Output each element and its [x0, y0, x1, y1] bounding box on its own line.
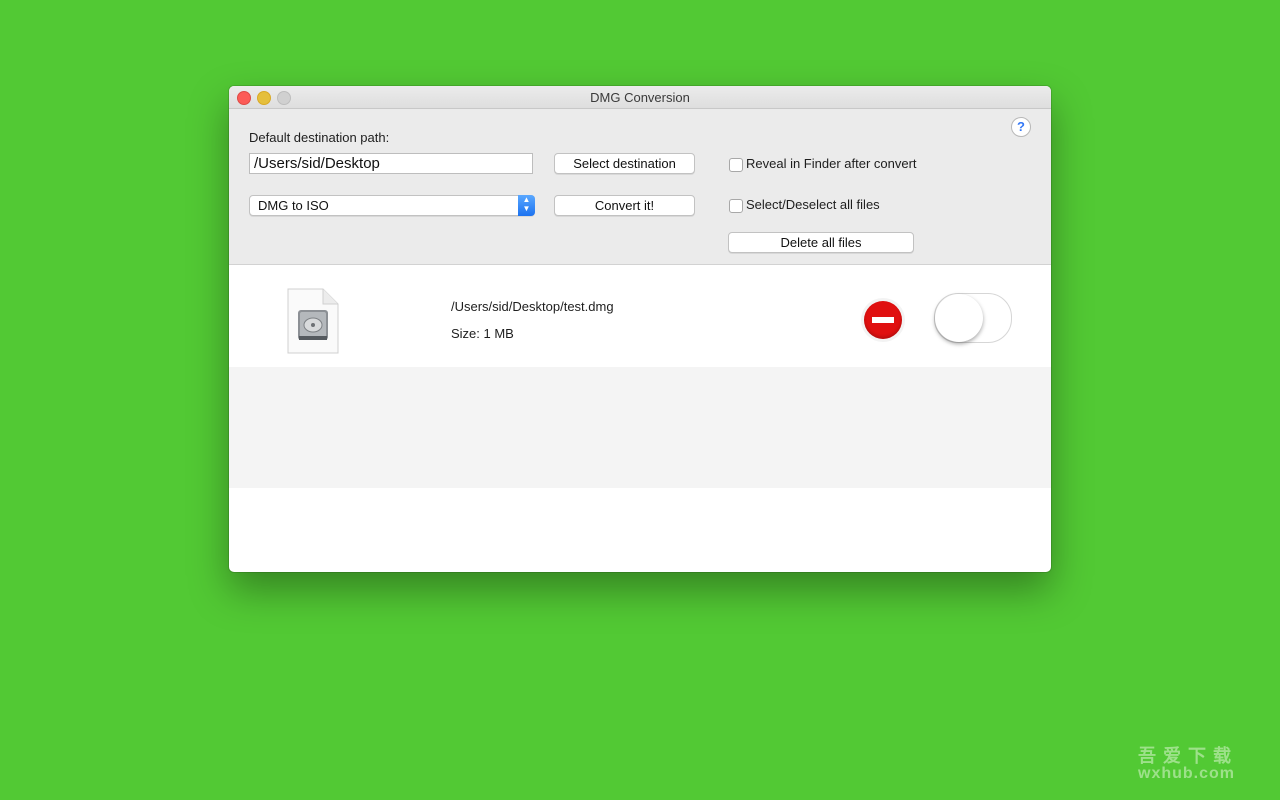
chevron-up-down-icon: ▲ ▼ — [518, 195, 535, 216]
convert-button[interactable]: Convert it! — [554, 195, 695, 216]
help-button[interactable]: ? — [1011, 117, 1031, 137]
destination-label: Default destination path: — [249, 130, 390, 145]
conversion-mode-value: DMG to ISO — [258, 198, 329, 213]
window-title: DMG Conversion — [590, 90, 690, 105]
watermark-url: wxhub.com — [1138, 765, 1236, 782]
list-item[interactable]: /Users/sid/Desktop/test.dmg Size: 1 MB — [229, 265, 1051, 367]
file-select-toggle[interactable] — [934, 293, 1012, 343]
title-bar[interactable]: DMG Conversion — [229, 86, 1051, 109]
watermark-text: 吾 爱 下 载 — [1138, 746, 1233, 766]
disk-image-document-icon — [287, 288, 339, 359]
no-entry-icon — [864, 301, 902, 339]
no-entry-bar — [872, 317, 894, 323]
toggle-knob[interactable] — [935, 294, 983, 342]
file-size: Size: 1 MB — [451, 326, 514, 341]
select-all-checkbox[interactable] — [729, 199, 743, 213]
settings-panel: Default destination path: ? /Users/sid/D… — [229, 109, 1051, 265]
watermark: 吾 爱 下 载 wxhub.com — [1138, 746, 1236, 782]
destination-path-field[interactable]: /Users/sid/Desktop — [249, 153, 533, 174]
remove-file-button[interactable] — [861, 298, 905, 342]
reveal-in-finder-label[interactable]: Reveal in Finder after convert — [746, 156, 917, 171]
select-all-label[interactable]: Select/Deselect all files — [746, 197, 880, 212]
file-path: /Users/sid/Desktop/test.dmg — [451, 299, 614, 314]
conversion-mode-select[interactable]: DMG to ISO ▲ ▼ — [249, 195, 535, 216]
delete-all-files-button[interactable]: Delete all files — [728, 232, 914, 253]
empty-list-area — [229, 367, 1051, 488]
app-window: DMG Conversion Default destination path:… — [229, 86, 1051, 572]
select-destination-button[interactable]: Select destination — [554, 153, 695, 174]
file-list: /Users/sid/Desktop/test.dmg Size: 1 MB — [229, 265, 1051, 367]
reveal-in-finder-checkbox[interactable] — [729, 158, 743, 172]
